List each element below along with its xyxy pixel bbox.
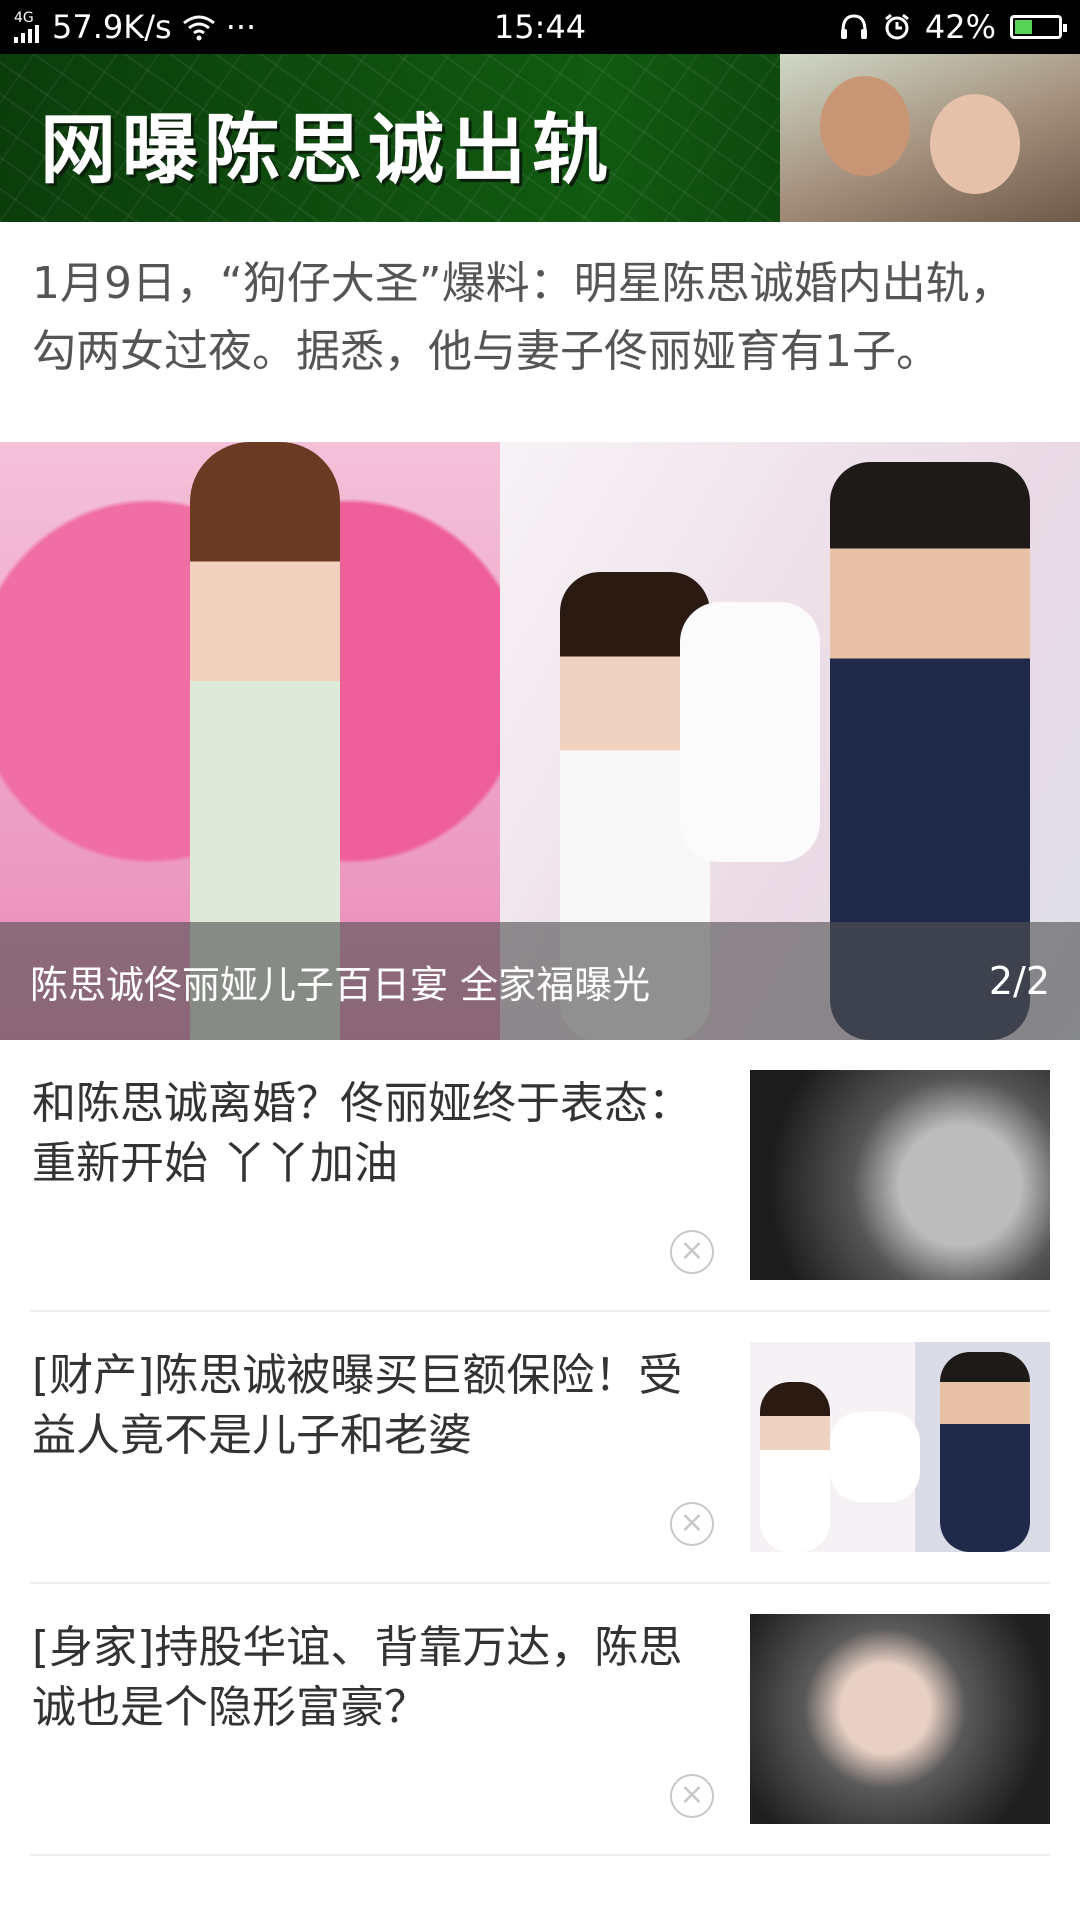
banner-photo-face [820,76,910,176]
news-thumbnail [750,1342,1050,1552]
dismiss-icon[interactable]: × [670,1230,714,1274]
headline-banner[interactable]: 网曝陈思诚出轨 [0,54,1080,222]
carousel-caption: 陈思诚佟丽娅儿子百日宴 全家福曝光 [30,962,651,1007]
battery-icon [1010,15,1067,39]
news-thumbnail [750,1070,1050,1280]
carousel-figure [680,602,820,862]
news-title: 和陈思诚离婚？佟丽娅终于表态：重新开始 丫丫加油 [32,1078,692,1189]
dismiss-icon[interactable]: × [670,1774,714,1818]
signal-group: 4G [14,11,42,43]
status-left: 4G 57.9K/s ··· [0,8,256,46]
carousel-caption-bar: 陈思诚佟丽娅儿子百日宴 全家福曝光 2/2 [0,922,1080,1040]
news-title: [身家]持股华谊、背靠万达，陈思诚也是个隐形富豪？ [32,1622,683,1733]
alarm-icon [884,13,909,40]
battery-fill [1015,20,1033,34]
headset-icon [840,14,867,39]
thumbnail-figure [760,1382,830,1552]
image-carousel[interactable]: 陈思诚佟丽娅儿子百日宴 全家福曝光 2/2 [0,442,1080,1040]
news-title: [财产]陈思诚被曝买巨额保险！受益人竟不是儿子和老婆 [32,1350,683,1461]
network-speed: 57.9K/s [52,8,172,46]
thumbnail-figure [940,1352,1030,1552]
news-item[interactable]: [财产]陈思诚被曝买巨额保险！受益人竟不是儿子和老婆 × [30,1312,1050,1584]
status-right: 42% [839,8,1080,46]
signal-icon [14,25,39,43]
thumbnail-figure [830,1412,920,1502]
carousel-pager: 2/2 [988,959,1050,1003]
banner-photo-face [930,94,1020,194]
battery-percent: 42% [924,8,996,46]
news-thumbnail [750,1614,1050,1824]
news-item[interactable]: [身家]持股华谊、背靠万达，陈思诚也是个隐形富豪？ × [30,1584,1050,1856]
status-bar: 4G 57.9K/s ··· 15:44 42% [0,0,1080,54]
article-summary[interactable]: 1月9日，“狗仔大圣”爆料：明星陈思诚婚内出轨，勾两女过夜。据悉，他与妻子佟丽娅… [0,222,1080,416]
wifi-icon [182,15,215,41]
banner-photo [780,54,1080,222]
news-item[interactable]: 和陈思诚离婚？佟丽娅终于表态：重新开始 丫丫加油 × [30,1040,1050,1312]
banner-title: 网曝陈思诚出轨 [40,105,614,194]
more-indicator-icon: ··· [225,8,257,46]
network-type-label: 4G [14,10,34,26]
dismiss-icon[interactable]: × [670,1502,714,1546]
